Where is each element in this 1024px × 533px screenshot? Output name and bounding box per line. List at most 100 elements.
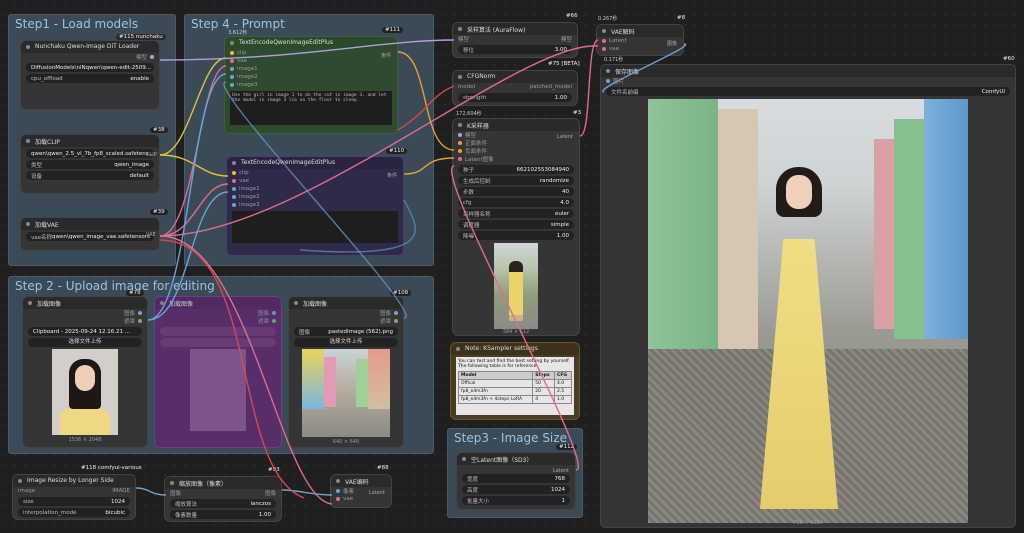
out-image[interactable]: 图像 [155, 309, 281, 317]
node-image-resize[interactable]: Image Resize by Longer Side image IMAGE s… [12, 474, 136, 520]
node-unet-loader[interactable]: #115 nunchaku Nunchaku Qwen-Image DiT Lo… [20, 40, 160, 110]
input-image1[interactable]: image1 [227, 185, 403, 193]
node-title[interactable]: VAE编码 [331, 475, 391, 487]
node-title[interactable]: 缩放图像（像素） [165, 477, 281, 489]
out-image[interactable]: 图像 [289, 309, 403, 317]
image-select[interactable]: Clipboard - 2025-09-24 12.16.21 ... [28, 327, 142, 336]
out-mask[interactable]: 遮罩 [289, 317, 403, 325]
node-title[interactable]: K采样器 [453, 119, 579, 131]
output-socket[interactable]: 模型 [21, 53, 159, 61]
node-note[interactable]: Note: KSampler settings You can test and… [450, 342, 580, 420]
clip-badge: #38 [150, 127, 168, 133]
ksampler-widget[interactable]: 步数 40 [458, 187, 574, 196]
cpu-offload-select[interactable]: cpu_offload enable [26, 74, 154, 83]
ksampler-widget[interactable]: 降噪 1.00 [458, 231, 574, 240]
input-image3[interactable]: image3 [227, 201, 403, 209]
out-mask[interactable]: 遮罩 [155, 317, 281, 325]
input-negative[interactable]: 负面条件 [453, 147, 579, 155]
te1-badge: #111 [382, 27, 404, 33]
strength-input[interactable]: strength 1.00 [458, 93, 572, 102]
node-clip-loader[interactable]: #38 加载CLIP qwen\qwen_2.5_vl_7b_fp8_scale… [20, 134, 160, 194]
resize-sockets[interactable]: image IMAGE [13, 487, 135, 495]
node-title[interactable]: TextEncodeQwenImageEditPlus [225, 37, 397, 49]
node-cfg-norm[interactable]: CFGNorm model patched_model strength 1.00 [452, 70, 578, 106]
input-image2[interactable]: image2 [227, 193, 403, 201]
input-vae[interactable]: vae [225, 57, 397, 65]
input-vae[interactable]: vae [331, 495, 391, 503]
scale-widget[interactable]: 像素数量 1.00 [170, 510, 276, 519]
resize-widget[interactable]: interpolation_mode bicubic [18, 508, 130, 517]
node-save-image[interactable]: 保存图像 图片 文件名前缀 ComfyUI 768 × 1024 [600, 64, 1016, 528]
clip-device-select[interactable]: 设备 default [26, 171, 154, 180]
node-title[interactable]: 加载VAE [21, 218, 159, 230]
input-image1[interactable]: image1 [225, 65, 397, 73]
input-clip[interactable]: clip [227, 169, 403, 177]
model-select[interactable]: DiffusionModels\nlNqwen\qwen-edit-2509..… [26, 63, 154, 72]
negative-prompt-textarea[interactable] [232, 211, 398, 243]
image-select[interactable] [160, 327, 276, 336]
clip-name-select[interactable]: qwen\qwen_2.5_vl_7b_fp8_scaled.safetens.… [26, 149, 154, 158]
node-aura-flow[interactable]: 采样算法 (AuraFlow) 模型 模型 移位 3.00 [452, 22, 578, 58]
input-image3[interactable]: image3 [225, 81, 397, 89]
node-text-encode-1[interactable]: TextEncodeQwenImageEditPlus clip vae ima… [224, 36, 398, 134]
input-images[interactable]: 图片 [601, 77, 1015, 85]
node-vae-loader[interactable]: 加载VAE vae名称 qwen\qwen_image_vae.safetenso… [20, 217, 160, 251]
latent-widget[interactable]: 宽度 768 [462, 474, 570, 483]
ksampler-preview-image [494, 243, 538, 329]
ksampler-widget[interactable]: 种子 662102553084940 [458, 165, 574, 174]
input-latent[interactable]: Latent图像 [453, 155, 579, 163]
node-title[interactable]: Image Resize by Longer Side [13, 475, 135, 487]
filename-prefix-input[interactable]: 文件名前缀 ComfyUI [606, 87, 1010, 96]
upload-button[interactable]: 选择文件上传 [28, 338, 142, 347]
scale-widget[interactable]: 缩放算法 lanczos [170, 499, 276, 508]
input-clip[interactable]: clip [225, 49, 397, 57]
node-load-image-3[interactable]: 加载图像 图像 遮罩 图像 pastedImage (562).png 选择文件上… [288, 296, 404, 448]
node-empty-latent[interactable]: 空Latent图像（SD3） Latent 宽度 768 高度 1024 批量大小 1 [456, 452, 576, 510]
cfgnorm-sockets[interactable]: model patched_model [453, 83, 577, 91]
node-title[interactable]: 采样算法 (AuraFlow) [453, 23, 577, 35]
node-title[interactable]: 加载图像 [155, 297, 281, 309]
ksampler-widget[interactable]: 调度器 simple [458, 220, 574, 229]
node-title[interactable]: 空Latent图像（SD3） [457, 453, 575, 465]
node-ksampler[interactable]: K采样器 模型 正面条件 负面条件 Latent图像 Latent 种子 6621… [452, 118, 580, 336]
node-text-encode-2[interactable]: TextEncodeQwenImageEditPlus clip vae ima… [226, 156, 404, 256]
upload-button[interactable]: 选择文件上传 [294, 338, 398, 347]
input-image2[interactable]: image2 [225, 73, 397, 81]
ksampler-widget[interactable]: cfg 4.0 [458, 198, 574, 207]
load3-badge: #108 [390, 290, 412, 296]
latent-widget[interactable]: 高度 1024 [462, 485, 570, 494]
vae-name-select[interactable]: vae名称 qwen\qwen_image_vae.safetensors [26, 232, 154, 241]
node-title[interactable]: 加载CLIP [21, 135, 159, 147]
shift-input[interactable]: 移位 3.00 [458, 45, 572, 54]
node-title[interactable]: 加载图像 [289, 297, 403, 309]
cfgnorm-badge: #75 [BETA] [545, 61, 583, 67]
node-title[interactable]: VAE解码 [597, 25, 683, 37]
node-load-image-1[interactable]: 加载图像 图像 遮罩 Clipboard - 2025-09-24 12.16.… [22, 296, 148, 448]
latent-widget[interactable]: 批量大小 1 [462, 496, 570, 505]
loaded-image-1-preview [52, 349, 118, 435]
ksampler-widget[interactable]: 采样器名称 euler [458, 209, 574, 218]
node-vae-decode[interactable]: VAE解码 Latent vae 图像 [596, 24, 684, 56]
upload-button[interactable] [160, 338, 276, 347]
out-mask[interactable]: 遮罩 [23, 317, 147, 325]
prompt-textarea[interactable]: Use the girl in image 1 to do the cut in… [230, 91, 392, 125]
node-vae-encode[interactable]: VAE编码 像素 vae Latent [330, 474, 392, 508]
ksampler-widget[interactable]: 生成后控制 randomize [458, 176, 574, 185]
aura-sockets[interactable]: 模型 模型 [453, 35, 577, 43]
node-title[interactable]: 加载图像 [23, 297, 147, 309]
node-load-image-2[interactable]: 加载图像 图像 遮罩 [154, 296, 282, 448]
node-title[interactable]: 保存图像 [601, 65, 1015, 77]
resize-widget[interactable]: size 1024 [18, 497, 130, 506]
input-positive[interactable]: 正面条件 [453, 139, 579, 147]
out-image[interactable]: 图像 [23, 309, 147, 317]
node-title[interactable]: Note: KSampler settings [451, 343, 579, 355]
node-title[interactable]: TextEncodeQwenImageEditPlus [227, 157, 403, 169]
image-select[interactable]: 图像 pastedImage (562).png [294, 327, 398, 336]
unet-badge: #115 nunchaku [116, 34, 166, 40]
scale-sockets[interactable]: 图像 图像 [165, 489, 281, 497]
clip-type-select[interactable]: 类型 qwen_image [26, 160, 154, 169]
input-vae[interactable]: vae [227, 177, 403, 185]
node-title[interactable]: CFGNorm [453, 71, 577, 83]
node-title[interactable]: Nunchaku Qwen-Image DiT Loader [21, 41, 159, 53]
node-image-scale[interactable]: 缩放图像（像素） 图像 图像 缩放算法 lanczos 像素数量 1.00 [164, 476, 282, 522]
